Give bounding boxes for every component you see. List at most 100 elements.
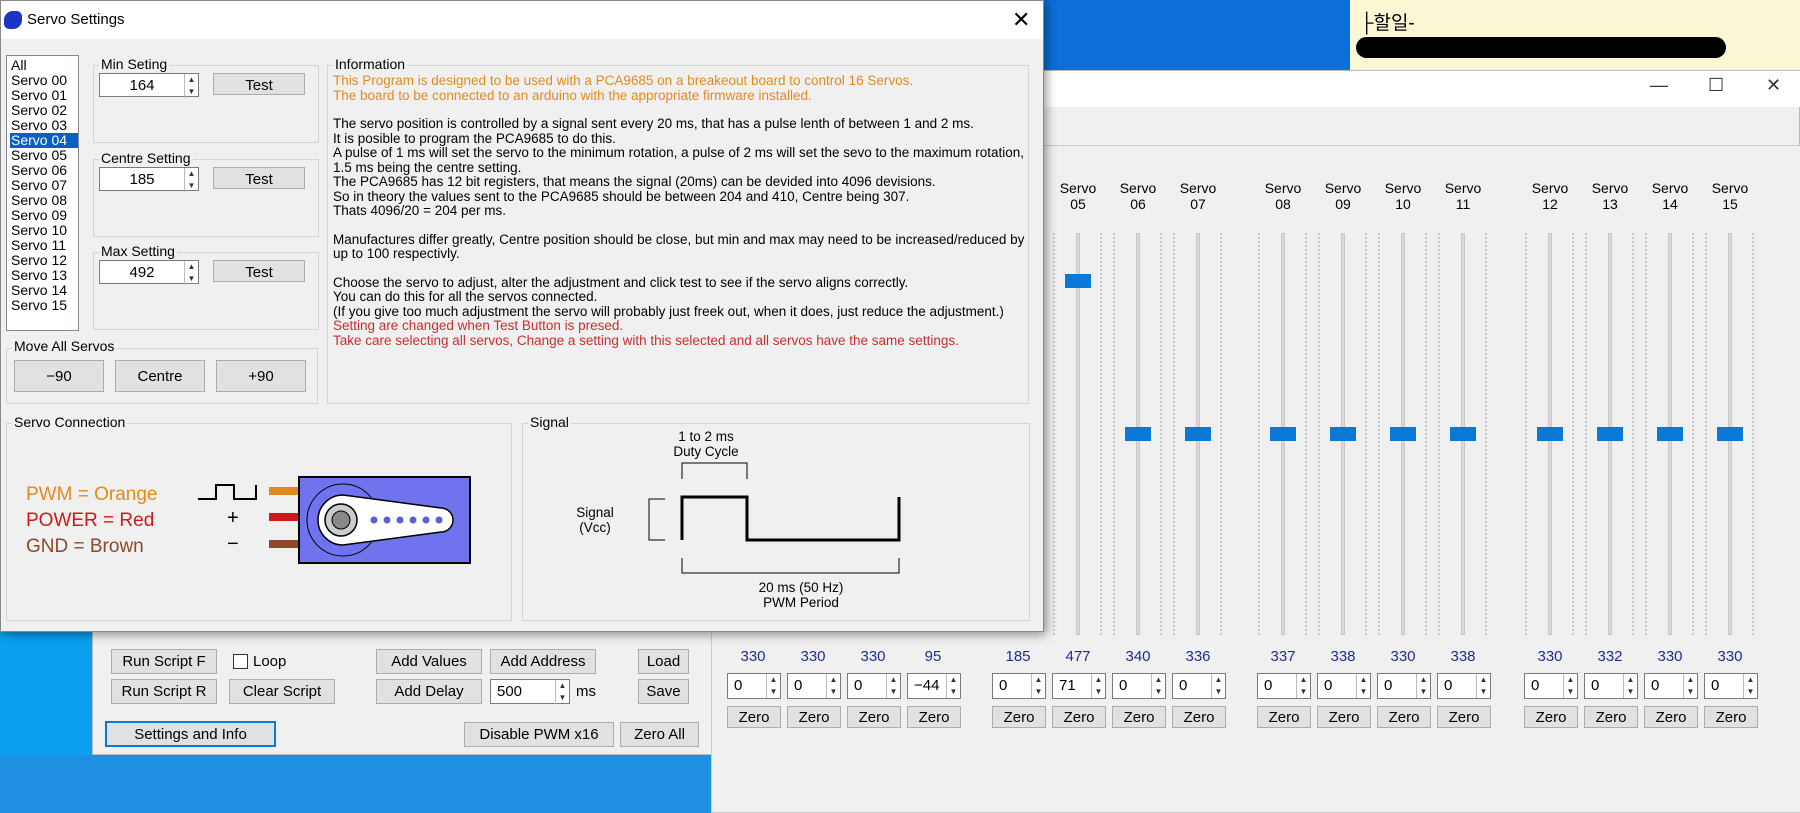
servo-slider-thumb[interactable] (1390, 427, 1416, 441)
servo-zero-button[interactable]: Zero (1584, 706, 1638, 728)
servo-header-line: Servo (1324, 180, 1362, 196)
stepper-arrows-icon[interactable]: ▲ ▼ (1296, 674, 1310, 698)
add-delay-button[interactable]: Add Delay (376, 679, 482, 704)
load-button[interactable]: Load (638, 649, 689, 674)
servo-header-line: Servo (1119, 180, 1157, 196)
servo-position-stepper[interactable]: 0 ▲ ▼ (1112, 673, 1166, 699)
servo-position-stepper[interactable]: −44 ▲ ▼ (907, 673, 961, 699)
servo-position-stepper[interactable]: 0 ▲ ▼ (1437, 673, 1491, 699)
stepper-arrows-icon[interactable]: ▲ ▼ (1211, 674, 1225, 698)
stepper-arrows-icon[interactable]: ▲ ▼ (1151, 674, 1165, 698)
servo-position-stepper[interactable]: 0 ▲ ▼ (1644, 673, 1698, 699)
servo-slider-track[interactable] (1076, 233, 1080, 635)
servo-position-stepper[interactable]: 0 ▲ ▼ (1257, 673, 1311, 699)
servo-slider-thumb[interactable] (1125, 427, 1151, 441)
servo-zero-button[interactable]: Zero (847, 706, 901, 728)
slider-tick-marks (1705, 233, 1707, 635)
servo-position-stepper[interactable]: 0 ▲ ▼ (1524, 673, 1578, 699)
stepper-arrows-icon[interactable]: ▲ ▼ (1416, 674, 1430, 698)
servo-zero-button[interactable]: Zero (1377, 706, 1431, 728)
servo-position-stepper[interactable]: 0 ▲ ▼ (1317, 673, 1371, 699)
stepper-arrows-icon[interactable]: ▲ ▼ (946, 674, 960, 698)
servo-zero-button[interactable]: Zero (1112, 706, 1166, 728)
servo-slider-thumb[interactable] (1270, 427, 1296, 441)
servo-position-stepper[interactable]: 0 ▲ ▼ (1704, 673, 1758, 699)
servo-position-stepper[interactable]: 0 ▲ ▼ (847, 673, 901, 699)
stepper-arrows-icon[interactable]: ▲ ▼ (826, 674, 840, 698)
stepper-arrows-icon[interactable]: ▲ ▼ (1091, 674, 1105, 698)
servo-zero-button[interactable]: Zero (1317, 706, 1371, 728)
minimize-icon[interactable]: — (1650, 75, 1668, 96)
run-script-f-button[interactable]: Run Script F (111, 649, 217, 674)
servo-position-stepper[interactable]: 0 ▲ ▼ (992, 673, 1046, 699)
slider-tick-marks (1438, 233, 1440, 635)
slider-tick-marks (1632, 233, 1634, 635)
servo-zero-button[interactable]: Zero (1257, 706, 1311, 728)
servo-position-stepper[interactable]: 71 ▲ ▼ (1052, 673, 1106, 699)
servo-slider-thumb[interactable] (1330, 427, 1356, 441)
servo-column-header: Servo 11 (1433, 180, 1493, 212)
close-icon[interactable]: ✕ (1766, 75, 1781, 96)
servo-column-header: Servo 12 (1520, 180, 1580, 212)
servo-zero-button[interactable]: Zero (1437, 706, 1491, 728)
servo-header-number: 06 (1130, 196, 1146, 212)
servo-zero-button[interactable]: Zero (1172, 706, 1226, 728)
add-values-button[interactable]: Add Values (376, 649, 482, 674)
loop-checkbox[interactable] (233, 654, 248, 669)
servo-zero-button[interactable]: Zero (1052, 706, 1106, 728)
servo-value-readout: 330 (1390, 648, 1416, 665)
servo-slider-thumb[interactable] (1597, 427, 1623, 441)
servo-slider-thumb[interactable] (1537, 427, 1563, 441)
servo-value-readout: 330 (1717, 648, 1743, 665)
servo-slider-thumb[interactable] (1065, 274, 1091, 289)
slider-tick-marks (1305, 233, 1307, 635)
slider-tick-marks (1100, 233, 1102, 635)
servo-slider-thumb[interactable] (1657, 427, 1683, 441)
stepper-arrows-icon[interactable]: ▲ ▼ (1031, 674, 1045, 698)
stepper-arrows-icon[interactable]: ▲ ▼ (1743, 674, 1757, 698)
servo-position-value: 0 (1384, 677, 1393, 694)
stepper-arrows-icon[interactable]: ▲ ▼ (886, 674, 900, 698)
servo-position-value: 0 (1264, 677, 1273, 694)
zero-all-button[interactable]: Zero All (620, 722, 699, 747)
servo-value-readout: 338 (1450, 648, 1476, 665)
servo-position-stepper[interactable]: 0 ▲ ▼ (1377, 673, 1431, 699)
servo-slider-thumb[interactable] (1717, 427, 1743, 441)
servo-position-stepper[interactable]: 0 ▲ ▼ (1172, 673, 1226, 699)
settings-info-button[interactable]: Settings and Info (105, 721, 276, 747)
stepper-arrows-icon[interactable]: ▲ ▼ (1476, 674, 1490, 698)
servo-header-line: Servo (1531, 180, 1569, 196)
servo-position-stepper[interactable]: 0 ▲ ▼ (1584, 673, 1638, 699)
servo-position-stepper[interactable]: 0 ▲ ▼ (727, 673, 781, 699)
servo-zero-button[interactable]: Zero (727, 706, 781, 728)
servo-slider-thumb[interactable] (1450, 427, 1476, 441)
maximize-icon[interactable]: ☐ (1708, 75, 1724, 96)
run-script-r-button[interactable]: Run Script R (111, 679, 217, 704)
stepper-arrows-icon[interactable]: ▲ ▼ (766, 674, 780, 698)
servo-header-line: Servo (1591, 180, 1629, 196)
stepper-arrows-icon[interactable]: ▲ ▼ (1683, 674, 1697, 698)
servo-header-number: 08 (1275, 196, 1291, 212)
stepper-arrows-icon[interactable]: ▲ ▼ (555, 680, 569, 704)
servo-slider-thumb[interactable] (1185, 427, 1211, 441)
servo-position-stepper[interactable]: 0 ▲ ▼ (787, 673, 841, 699)
save-button[interactable]: Save (638, 679, 689, 704)
clear-script-button[interactable]: Clear Script (229, 679, 335, 704)
servo-header-line: Servo (1711, 180, 1749, 196)
servo-zero-button[interactable]: Zero (1644, 706, 1698, 728)
stepper-arrows-icon[interactable]: ▲ ▼ (1356, 674, 1370, 698)
servo-zero-button[interactable]: Zero (787, 706, 841, 728)
slider-tick-marks (1585, 233, 1587, 635)
delay-stepper[interactable]: 500 ▲ ▼ (490, 679, 570, 704)
servo-zero-button[interactable]: Zero (1704, 706, 1758, 728)
servo-position-value: 0 (1711, 677, 1720, 694)
delay-unit: ms (576, 683, 596, 700)
stepper-arrows-icon[interactable]: ▲ ▼ (1623, 674, 1637, 698)
servo-zero-button[interactable]: Zero (1524, 706, 1578, 728)
servo-zero-button[interactable]: Zero (992, 706, 1046, 728)
sticky-note[interactable]: ├할일- (1350, 0, 1800, 72)
add-address-button[interactable]: Add Address (490, 649, 596, 674)
servo-zero-button[interactable]: Zero (907, 706, 961, 728)
stepper-arrows-icon[interactable]: ▲ ▼ (1563, 674, 1577, 698)
disable-pwm-button[interactable]: Disable PWM x16 (464, 722, 614, 747)
